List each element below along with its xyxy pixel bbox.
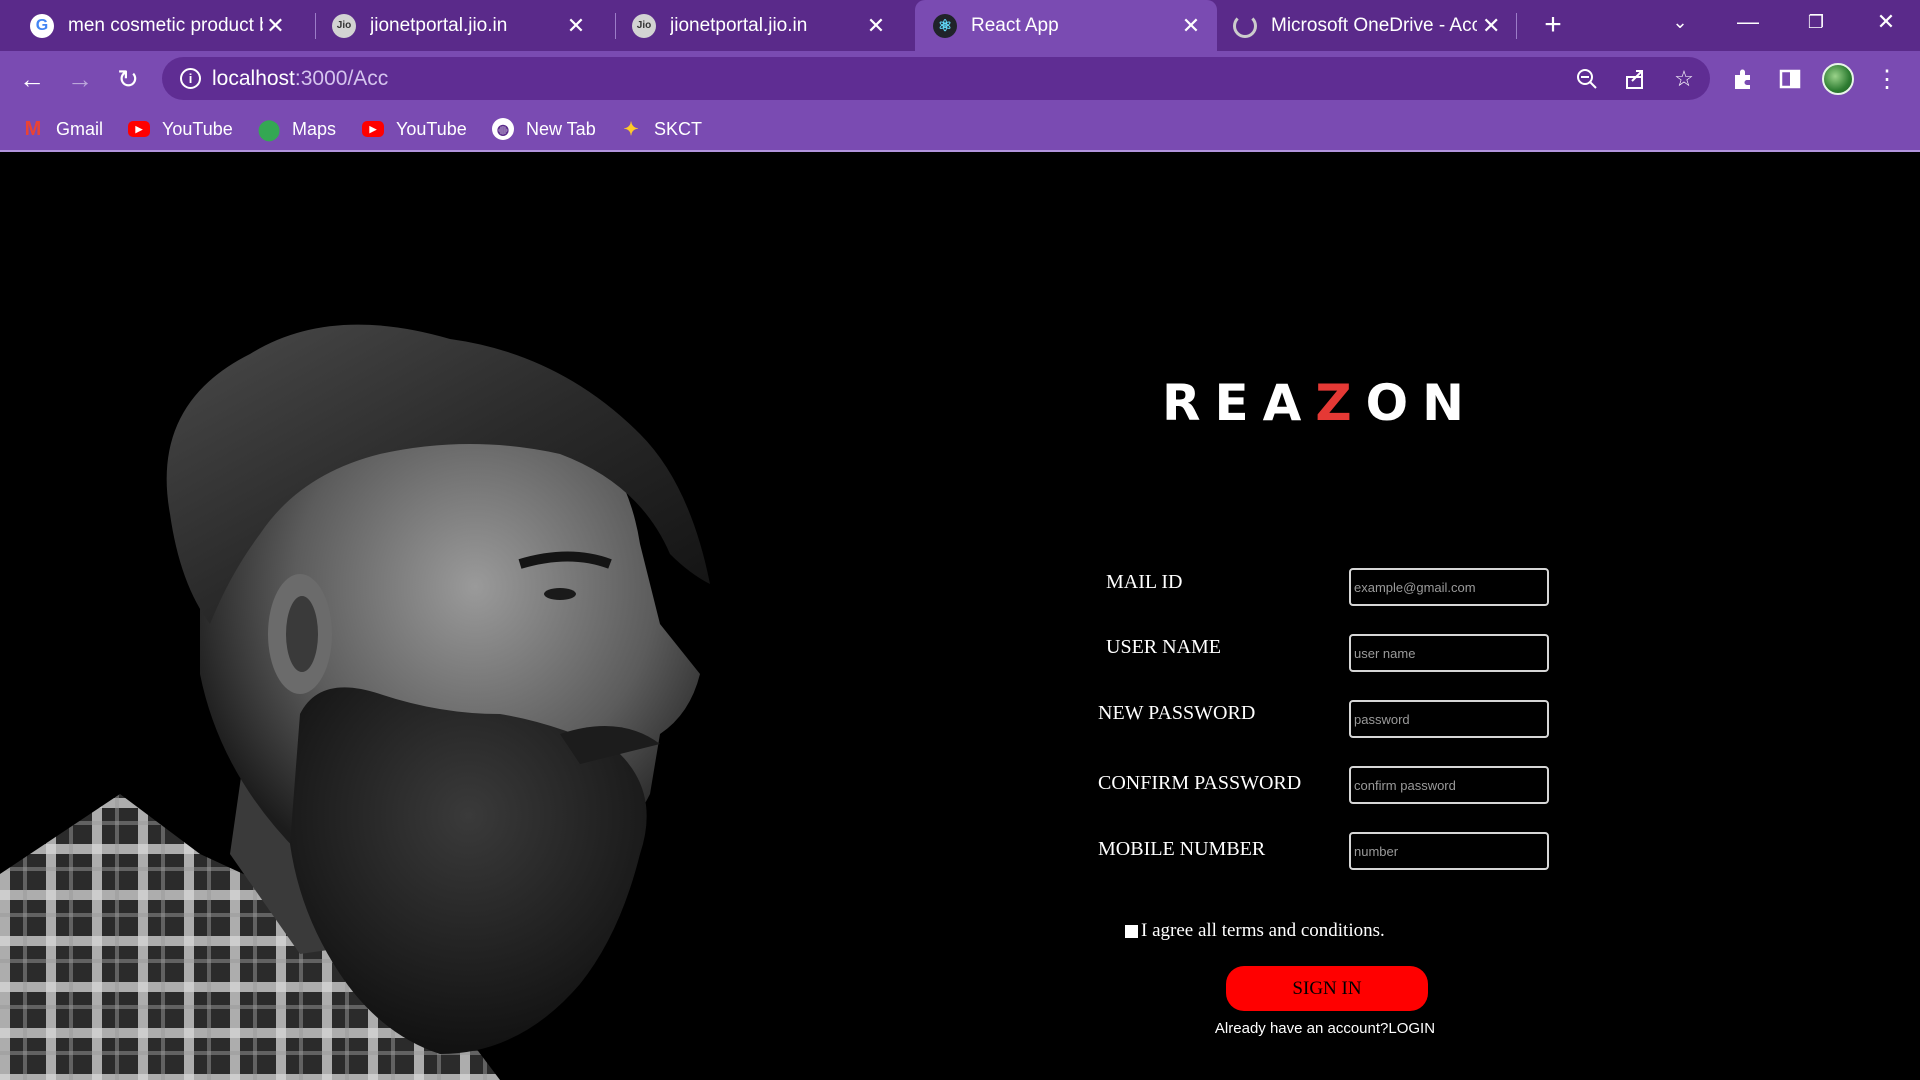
bookmark-label: YouTube — [396, 118, 467, 139]
side-panel-icon[interactable] — [1773, 62, 1807, 96]
jio-icon: Jio — [332, 13, 356, 38]
bookmark-label: Gmail — [56, 118, 104, 139]
terms-row: I agree all terms and conditions. — [1125, 920, 1385, 942]
tab-jionetportal-1[interactable]: Jio jionetportal.jio.in ✕ — [302, 0, 602, 51]
bookmark-youtube-1[interactable]: ▶ YouTube — [128, 115, 233, 143]
tab-google-search[interactable]: G men cosmetic product bla ✕ — [0, 0, 300, 51]
bookmark-gmail[interactable]: M Gmail — [22, 115, 103, 143]
bookmark-skct[interactable]: ✦ SKCT — [620, 115, 702, 143]
bookmarks-bar: M Gmail ▶ YouTube ⬤ Maps ▶ YouTube ◍ New… — [0, 106, 1920, 152]
mobile-number-input[interactable] — [1349, 832, 1549, 870]
bookmark-star-icon[interactable]: ☆ — [1670, 65, 1698, 93]
reazon-logo: REAZON — [1162, 374, 1478, 432]
menu-kebab-icon[interactable]: ⋮ — [1870, 62, 1904, 96]
close-icon[interactable]: ✕ — [263, 12, 288, 40]
tab-onedrive[interactable]: Microsoft OneDrive - Acc ✕ — [1217, 0, 1517, 51]
terms-label: I agree all terms and conditions. — [1141, 920, 1385, 941]
zoom-icon[interactable] — [1573, 65, 1601, 93]
mail-id-label: MAIL ID — [1106, 571, 1183, 593]
close-icon[interactable]: ✕ — [1177, 12, 1205, 40]
bookmark-maps[interactable]: ⬤ Maps — [258, 115, 336, 143]
bearded-man-portrait — [0, 324, 710, 1080]
tab-jionetportal-2[interactable]: Jio jionetportal.jio.in ✕ — [602, 0, 902, 51]
gmail-icon: M — [24, 117, 42, 140]
new-password-input[interactable] — [1349, 700, 1549, 738]
extensions-puzzle-icon[interactable] — [1726, 62, 1760, 96]
skct-icon: ✦ — [623, 118, 639, 139]
jio-icon: Jio — [632, 13, 656, 38]
user-name-label: USER NAME — [1106, 636, 1222, 658]
profile-avatar[interactable] — [1822, 63, 1854, 95]
new-password-label: NEW PASSWORD — [1098, 702, 1256, 724]
youtube-icon: ▶ — [128, 121, 150, 137]
toolbar: ← → ↻ i localhost:3000/Acc ☆ ⋮ — [0, 51, 1920, 106]
bookmark-new-tab[interactable]: ◍ New Tab — [492, 115, 596, 143]
maps-icon: ⬤ — [257, 118, 281, 141]
site-info-icon[interactable]: i — [180, 68, 201, 89]
bookmark-label: New Tab — [526, 118, 596, 139]
window-close-icon[interactable]: ✕ — [1856, 0, 1916, 44]
google-icon: G — [30, 13, 54, 38]
login-link[interactable]: Already have an account?LOGIN — [1110, 1020, 1540, 1037]
back-arrow-icon[interactable]: ← — [12, 59, 52, 99]
bookmark-youtube-2[interactable]: ▶ YouTube — [362, 115, 467, 143]
new-tab-plus-icon[interactable]: + — [1534, 6, 1572, 44]
restore-icon[interactable]: ❐ — [1786, 0, 1846, 44]
bookmark-label: SKCT — [654, 118, 703, 139]
confirm-password-label: CONFIRM PASSWORD — [1098, 772, 1302, 794]
react-icon: ⚛ — [933, 13, 957, 38]
tab-title: men cosmetic product bla — [68, 14, 263, 36]
tab-title: jionetportal.jio.in — [670, 14, 808, 36]
terms-checkbox[interactable] — [1125, 924, 1138, 938]
close-icon[interactable]: ✕ — [862, 12, 890, 40]
share-icon[interactable] — [1621, 65, 1649, 93]
globe-icon: ◍ — [492, 118, 514, 140]
forward-arrow-icon[interactable]: → — [60, 59, 100, 99]
youtube-icon: ▶ — [362, 121, 384, 137]
loading-spinner-icon — [1233, 13, 1257, 38]
confirm-password-input[interactable] — [1349, 766, 1549, 804]
tab-title: Microsoft OneDrive - Acc — [1271, 14, 1478, 36]
close-icon[interactable]: ✕ — [1477, 12, 1505, 40]
mail-id-input[interactable] — [1349, 568, 1549, 606]
tab-title: jionetportal.jio.in — [370, 14, 508, 36]
tab-react-app[interactable]: ⚛ React App ✕ — [915, 0, 1217, 51]
reload-icon[interactable]: ↻ — [108, 59, 148, 99]
tab-title: React App — [971, 14, 1059, 36]
bookmark-label: Maps — [292, 118, 337, 139]
browser-window: G men cosmetic product bla ✕ Jio jionetp… — [0, 0, 1920, 1080]
mobile-number-label: MOBILE NUMBER — [1098, 838, 1266, 860]
signup-page: REAZON MAIL ID USER NAME NEW PASSWORD CO… — [0, 154, 1920, 1080]
sign-in-button[interactable]: SIGN IN — [1226, 966, 1428, 1011]
tab-separator — [1516, 13, 1517, 39]
tab-search-chevron-icon[interactable]: ⌄ — [1650, 0, 1710, 44]
minimize-icon[interactable]: — — [1718, 0, 1778, 44]
tab-strip: G men cosmetic product bla ✕ Jio jionetp… — [0, 0, 1920, 51]
bookmark-label: YouTube — [162, 118, 233, 139]
url-text[interactable]: localhost:3000/Acc — [212, 67, 388, 91]
address-bar[interactable]: i localhost:3000/Acc ☆ — [162, 57, 1710, 100]
close-icon[interactable]: ✕ — [562, 12, 590, 40]
user-name-input[interactable] — [1349, 634, 1549, 672]
